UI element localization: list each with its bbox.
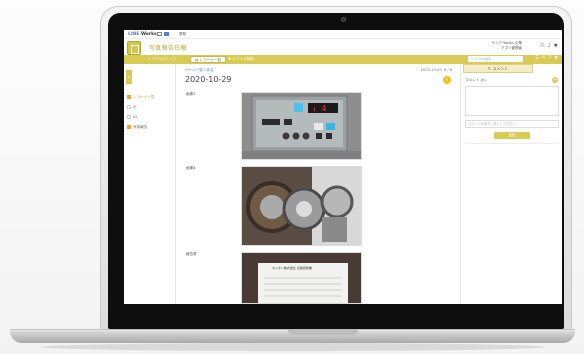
settings-icon[interactable]: ✱	[554, 56, 558, 61]
comment-count: コメント (0)	[465, 78, 486, 82]
svg-text:↓ 4: ↓ 4	[312, 104, 327, 113]
record-date-small: 2020-10-29	[420, 68, 442, 72]
sidebar-item-record-list[interactable]: レコード一覧	[127, 95, 155, 100]
user-info[interactable]: サンワ Works 企業 アプリ管理者	[492, 41, 522, 50]
laptop-notch	[288, 330, 358, 335]
field-label-image4: 画像4	[186, 166, 196, 170]
app-screen: LINE Works 業務 写真報告日報 サンワ Works 企業 アプリ管理者…	[124, 30, 562, 304]
topbar-label[interactable]: 業務	[179, 32, 186, 37]
folder-icon	[127, 95, 131, 99]
mention-input[interactable]: コメントを書きこみしてください	[465, 120, 559, 128]
tab-comment[interactable]: ✎ コメント	[463, 64, 533, 73]
record-date: 2020-10-29	[185, 75, 232, 84]
user-org: サンワ Works 企業	[491, 41, 522, 45]
app-title: 写真報告日報	[149, 45, 187, 52]
comment-panel: ✎ コメント コメント (0) + コメントを書きこみしてください 送信	[460, 64, 562, 304]
breadcrumb[interactable]: ページ一覧へ戻る	[185, 68, 214, 73]
send-button[interactable]: 送信	[494, 132, 530, 139]
add-comment-icon[interactable]: +	[552, 77, 558, 83]
sidebar-item-photo-report[interactable]: 写真報告	[127, 125, 147, 130]
photo-gears[interactable]	[241, 166, 362, 246]
photo-folder-icon	[127, 125, 131, 129]
app-icon[interactable]	[164, 32, 169, 36]
folder-icon	[127, 115, 131, 119]
bell-icon[interactable]: ♪	[548, 43, 551, 49]
tab-record-list[interactable]: ▤ レコード一覧	[190, 56, 227, 63]
users-icon[interactable]: ⚇	[540, 43, 544, 49]
record-nav: 2020-10-29 6 / 8	[421, 68, 452, 72]
laptop-mockup: LINE Works 業務 写真報告日報 サンワ Works 企業 アプリ管理者…	[0, 0, 584, 354]
document-title: タイタン株式会社 点検報告書	[272, 266, 312, 270]
camera-icon	[341, 17, 346, 22]
sidebar-toggle[interactable]: «	[126, 70, 132, 84]
info-icon[interactable]: i	[443, 76, 451, 84]
field-label-image2: 画像2	[186, 92, 196, 96]
laptop-shadow	[40, 343, 545, 351]
app-logo-icon	[127, 41, 141, 55]
tab-record-add[interactable]: ✚ レコード登録	[224, 56, 258, 63]
grid-icon[interactable]	[157, 32, 162, 36]
field-label-report: 報告書	[186, 252, 197, 256]
tab-app-top[interactable]: ⌂ アプリのトップ	[144, 56, 181, 63]
search-input[interactable]: アプリ内を検索	[468, 56, 523, 62]
page-counter: 6 / 8	[443, 68, 452, 72]
sidebar-item-3[interactable]: 02	[127, 115, 138, 119]
global-topbar: LINE Works 業務	[124, 30, 562, 39]
photo-report-document[interactable]: タイタン株式会社 点検報告書	[241, 252, 362, 304]
sidebar-item-2[interactable]: ボ	[127, 105, 137, 110]
record-detail: ページ一覧へ戻る 2020-10-29 6 / 8 2020-10-29 i 画…	[177, 64, 459, 304]
tool-icon[interactable]: ✎	[542, 56, 546, 61]
comment-textarea[interactable]	[465, 86, 559, 116]
user-name: アプリ管理者	[501, 45, 522, 50]
photo-elevator-panel[interactable]: ↓ 4	[241, 92, 362, 160]
list-icon[interactable]: ☰	[535, 56, 539, 61]
divider	[465, 143, 559, 144]
left-sidebar: « レコード一覧 ボ 02 写真報告	[124, 64, 176, 304]
folder-icon	[127, 105, 131, 109]
help-icon[interactable]: ?	[549, 56, 551, 61]
brand-logo[interactable]: LINE Works	[128, 32, 157, 37]
gear-icon[interactable]: ✱	[554, 43, 558, 49]
